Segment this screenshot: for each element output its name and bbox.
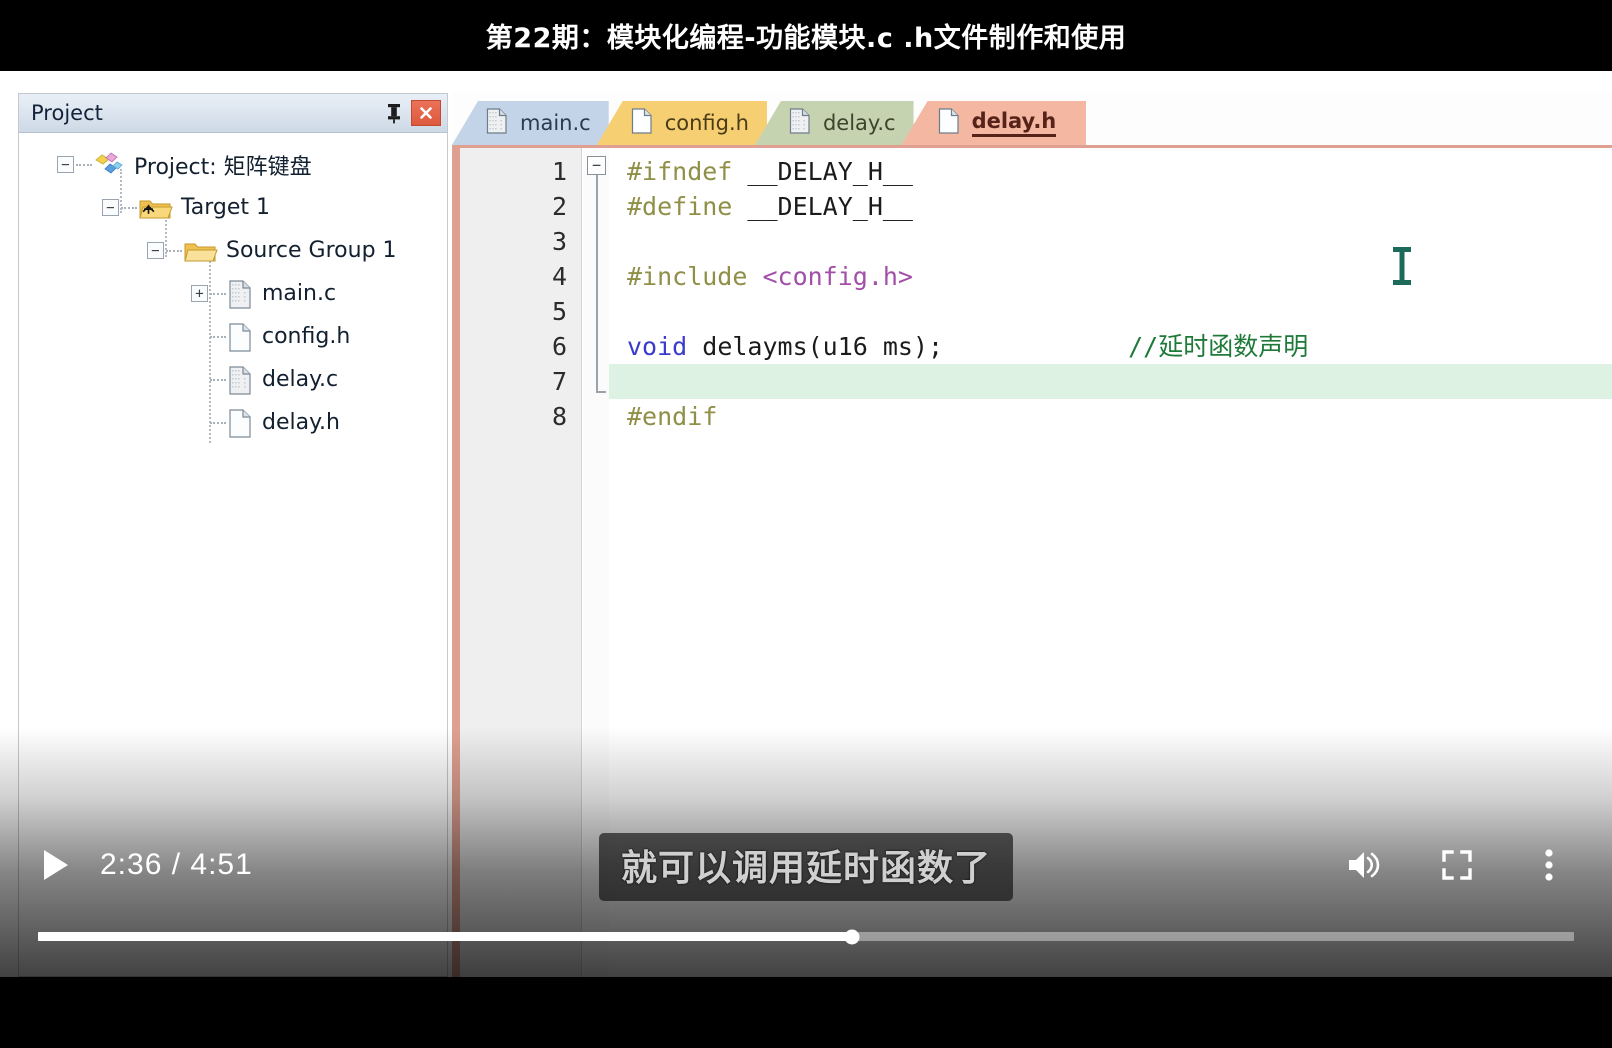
- tree-item-label: Project: 矩阵键盘: [134, 154, 312, 180]
- fold-bracket-line: [596, 175, 598, 393]
- tree-item-config-h[interactable]: config.h: [19, 315, 447, 358]
- progress-bar-track[interactable]: [38, 929, 1574, 944]
- fold-collapse-icon[interactable]: −: [587, 156, 606, 175]
- tree-connector-dots: [166, 249, 182, 252]
- tree-item-label: main.c: [262, 281, 337, 306]
- code-line-8: #endif: [609, 399, 1612, 434]
- video-bottom-bar: [0, 977, 1612, 1048]
- expander-placeholder: [191, 371, 208, 388]
- project-panel-title: Project: [31, 101, 103, 125]
- tree-connector-dots: [121, 206, 137, 209]
- tree-item-main-c[interactable]: + main.c: [19, 272, 447, 315]
- c-file-icon: [486, 107, 508, 139]
- tree-item-label: Target 1: [181, 195, 271, 220]
- tree-connector-dots: [210, 421, 226, 424]
- tab-label: main.c: [520, 111, 591, 135]
- video-player-page: 第22期：模块化编程-功能模块.c .h文件制作和使用 Project − Pr…: [0, 0, 1612, 1048]
- line-number: 5: [551, 297, 567, 326]
- tab-config-h[interactable]: config.h: [596, 101, 767, 145]
- play-icon[interactable]: [34, 843, 78, 887]
- line-number: 3: [551, 227, 567, 256]
- c-file-icon: [789, 107, 811, 139]
- page-title: 第22期：模块化编程-功能模块.c .h文件制作和使用: [485, 23, 1127, 54]
- tree-item-label: delay.c: [262, 367, 339, 392]
- tree-connector: [209, 257, 211, 443]
- tree-item-target[interactable]: − Target 1: [19, 186, 447, 229]
- c-file-icon: [228, 279, 252, 309]
- code-line-2: #define __DELAY_H__: [609, 189, 1612, 224]
- time-display: 2:36 / 4:51: [100, 848, 253, 881]
- code-token-keyword: void: [627, 332, 688, 361]
- tab-label: config.h: [664, 111, 749, 135]
- h-file-icon: [228, 322, 252, 352]
- tab-delay-h[interactable]: delay.h: [901, 101, 1087, 145]
- line-number: 2: [551, 192, 567, 221]
- tab-label: delay.c: [822, 111, 896, 135]
- tree-item-delay-h[interactable]: delay.h: [19, 401, 447, 444]
- code-token-preprocessor: #define: [627, 192, 733, 221]
- tree-connector-dots: [210, 335, 226, 338]
- code-line-4: #include <config.h>: [609, 259, 1612, 294]
- h-file-icon: [228, 408, 252, 438]
- code-token-comment: //延时函数声明: [1128, 332, 1309, 361]
- pin-icon[interactable]: [379, 99, 409, 127]
- code-line-1: #ifndef __DELAY_H__: [609, 154, 1612, 189]
- expander-collapse-icon[interactable]: −: [57, 156, 74, 173]
- tab-main-c[interactable]: main.c: [452, 101, 609, 145]
- expander-collapse-icon[interactable]: −: [102, 199, 119, 216]
- tree-connector-dots: [76, 163, 92, 166]
- code-line-7: [609, 364, 1612, 399]
- code-line-6: void delayms(u16 ms); //延时函数声明: [609, 329, 1612, 364]
- volume-on-icon[interactable]: [1336, 840, 1394, 890]
- code-token-declaration: delayms(u16 ms);: [687, 332, 944, 361]
- code-token-preprocessor: #include: [627, 262, 748, 291]
- tree-item-label: Source Group 1: [226, 238, 397, 263]
- fullscreen-icon[interactable]: [1428, 840, 1486, 890]
- tree-connector-dots: [210, 378, 226, 381]
- code-token-preprocessor: #ifndef: [627, 157, 733, 186]
- line-number: 7: [551, 367, 567, 396]
- expander-placeholder: [191, 414, 208, 431]
- line-number: 1: [551, 157, 567, 186]
- video-content-frame: Project − Project: 矩阵键盘 − Target 1 − Sou…: [0, 71, 1612, 977]
- progress-bar-fill: [38, 932, 853, 941]
- project-panel-header: Project: [19, 94, 447, 133]
- tree-connector-dots: [210, 292, 226, 295]
- expander-collapse-icon[interactable]: −: [147, 242, 164, 259]
- tree-item-label: config.h: [262, 324, 351, 349]
- code-token-identifier: __DELAY_H__: [732, 192, 913, 221]
- line-number: 8: [551, 402, 567, 431]
- folder-icon: [184, 239, 218, 263]
- tree-item-source-group[interactable]: − Source Group 1: [19, 229, 447, 272]
- h-file-icon: [631, 107, 653, 139]
- tab-label: delay.h: [971, 109, 1057, 137]
- editor-tab-strip: main.c config.h delay.c delay.h: [452, 93, 1612, 145]
- expander-placeholder: [191, 328, 208, 345]
- tree-item-project[interactable]: − Project: 矩阵键盘: [19, 143, 447, 186]
- progress-bar-knob[interactable]: [844, 929, 860, 944]
- tree-item-label: delay.h: [262, 410, 340, 435]
- line-number: 4: [551, 262, 567, 291]
- fold-bracket-foot: [596, 391, 606, 393]
- code-token-preprocessor: #endif: [627, 402, 718, 431]
- tab-delay-c[interactable]: delay.c: [754, 101, 914, 145]
- tree-connector: [120, 169, 122, 213]
- close-icon[interactable]: [411, 100, 441, 126]
- line-number: 6: [551, 332, 567, 361]
- more-options-icon[interactable]: [1520, 840, 1578, 890]
- code-token-include-path: <config.h>: [747, 262, 913, 291]
- c-file-icon: [228, 365, 252, 395]
- target-folder-icon: [139, 196, 173, 220]
- expander-expand-icon[interactable]: +: [191, 285, 208, 302]
- player-controls-row: 2:36 / 4:51: [0, 835, 1612, 895]
- video-title-bar: 第22期：模块化编程-功能模块.c .h文件制作和使用: [0, 0, 1612, 71]
- tree-item-delay-c[interactable]: delay.c: [19, 358, 447, 401]
- code-token-identifier: __DELAY_H__: [732, 157, 913, 186]
- h-file-icon: [938, 107, 960, 139]
